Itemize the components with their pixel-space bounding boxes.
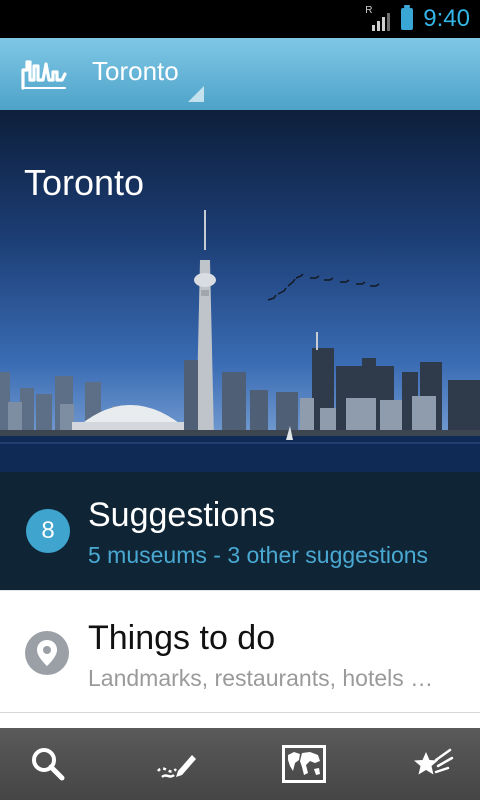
clock: 9:40 (423, 5, 470, 32)
list-divider (0, 712, 480, 729)
battery-icon (401, 5, 414, 30)
tab-journal[interactable] (128, 728, 224, 800)
things-to-do-title: Things to do (88, 619, 276, 657)
suggestions-title: Suggestions (88, 496, 276, 534)
suggestions-count-badge: 8 (26, 509, 70, 553)
hero-title: Toronto (24, 162, 145, 203)
action-bar: Toronto (0, 38, 480, 110)
city-name: Toronto (92, 56, 179, 86)
spinner-indicator-icon (188, 86, 204, 102)
city-skyline-icon[interactable] (20, 56, 68, 92)
things-to-do-row[interactable]: Things to do Landmarks, restaurants, hot… (0, 590, 480, 713)
bottom-tab-bar (0, 728, 480, 800)
tab-search[interactable] (0, 728, 96, 800)
world-map-icon (282, 745, 326, 783)
tab-map[interactable] (256, 728, 352, 800)
favorites-star-icon (414, 748, 454, 775)
signal-icon: R (365, 5, 391, 31)
journal-pencil-icon (157, 755, 196, 779)
suggestions-row[interactable]: 8 Suggestions 5 museums - 3 other sugges… (0, 472, 480, 590)
status-bar: R 9:40 (0, 0, 480, 38)
search-icon (32, 748, 65, 781)
city-spinner[interactable]: Toronto (92, 38, 208, 110)
map-pin-icon (25, 631, 69, 675)
suggestions-subtitle: 5 museums - 3 other suggestions (88, 542, 429, 568)
city-hero-image[interactable]: Toronto (0, 110, 480, 472)
things-to-do-subtitle: Landmarks, restaurants, hotels … (88, 665, 434, 691)
tab-favorites[interactable] (384, 728, 480, 800)
status-icons: R 9:40 (365, 0, 470, 38)
